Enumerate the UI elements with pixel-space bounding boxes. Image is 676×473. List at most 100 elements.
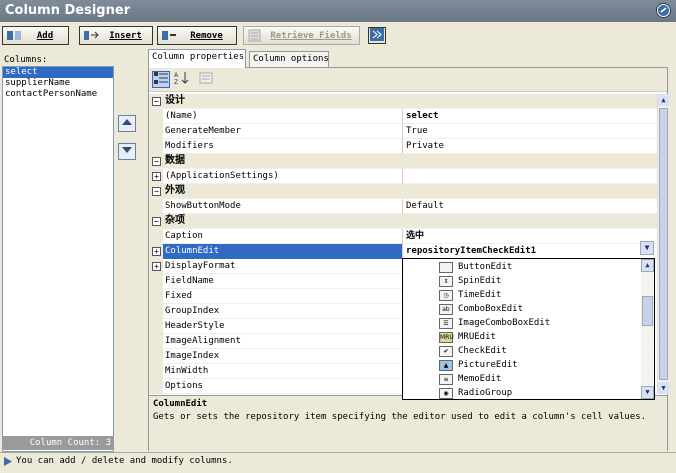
scroll-down-icon[interactable]: ▼ bbox=[641, 386, 654, 399]
property-value[interactable]: True bbox=[404, 124, 657, 139]
property-name: Caption bbox=[163, 229, 403, 244]
tab-column-options[interactable]: Column options bbox=[249, 51, 329, 68]
property-grid-toolbar: AZ bbox=[149, 68, 667, 92]
collapse-icon[interactable]: − bbox=[152, 217, 161, 226]
dropdown-item-label: RadioGroup bbox=[458, 388, 513, 398]
property-row[interactable]: + (ApplicationSettings) bbox=[149, 169, 657, 184]
column-list-item[interactable]: supplierName bbox=[3, 78, 113, 89]
property-value[interactable] bbox=[404, 169, 657, 184]
window-title: Column Designer bbox=[5, 3, 131, 18]
combo-box-icon: ab bbox=[439, 303, 453, 315]
categorized-button[interactable] bbox=[152, 71, 170, 88]
insert-button[interactable]: Insert bbox=[79, 26, 153, 45]
category-row[interactable]: − 杂项 bbox=[149, 214, 657, 229]
dropdown-item-label: SpinEdit bbox=[458, 276, 502, 286]
property-value[interactable]: select bbox=[404, 109, 657, 124]
column-list-item[interactable]: contactPersonName bbox=[3, 89, 113, 100]
collapse-icon[interactable]: − bbox=[152, 97, 161, 106]
status-bar: You can add / delete and modify columns. bbox=[0, 452, 676, 470]
retrieve-fields-button-label: Retrieve Fields bbox=[270, 30, 352, 41]
category-row[interactable]: − 数据 bbox=[149, 154, 657, 169]
property-name: Modifiers bbox=[163, 139, 403, 154]
move-up-button[interactable] bbox=[118, 115, 136, 132]
property-name: DisplayFormat bbox=[163, 259, 403, 274]
property-row[interactable]: (Name) select bbox=[149, 109, 657, 124]
property-name: FieldName bbox=[163, 274, 403, 289]
property-row-selected[interactable]: + ColumnEdit repositoryItemCheckEdit1 bbox=[149, 244, 657, 259]
dropdown-item[interactable]: ☰ ImageComboBoxEdit bbox=[439, 316, 550, 330]
play-arrow-icon bbox=[3, 456, 13, 473]
svg-text:Z: Z bbox=[174, 79, 178, 85]
help-icon[interactable] bbox=[656, 3, 671, 18]
property-name: ImageAlignment bbox=[163, 334, 403, 349]
up-arrow-icon bbox=[121, 118, 133, 129]
dropdown-item[interactable]: MRU MRUEdit bbox=[439, 330, 496, 344]
dropdown-item[interactable]: ⇕ SpinEdit bbox=[439, 274, 501, 288]
dropdown-item-label: ImageComboBoxEdit bbox=[458, 318, 551, 328]
property-pages-icon bbox=[199, 72, 213, 87]
editor-dropdown-list[interactable]: ButtonEdit ⇕ SpinEdit ◷ TimeEdit ab ComboBo… bbox=[402, 258, 655, 400]
category-row[interactable]: − 设计 bbox=[149, 94, 657, 109]
remove-button[interactable]: Remove bbox=[157, 26, 237, 45]
property-value[interactable]: 选中 bbox=[404, 229, 657, 244]
add-button[interactable]: Add bbox=[2, 26, 69, 45]
dropdown-item-label: CheckEdit bbox=[458, 346, 507, 356]
property-pages-button[interactable] bbox=[197, 71, 215, 88]
column-count: Column Count: 3 bbox=[2, 436, 114, 450]
property-value[interactable]: Default bbox=[404, 199, 657, 214]
add-column-icon bbox=[6, 29, 22, 42]
double-chevron-icon bbox=[370, 27, 384, 44]
clock-icon: ◷ bbox=[439, 289, 453, 301]
property-name: ShowButtonMode bbox=[163, 199, 403, 214]
tab-column-properties[interactable]: Column properties bbox=[148, 49, 246, 68]
move-down-button[interactable] bbox=[118, 143, 136, 160]
expand-icon[interactable]: + bbox=[152, 262, 161, 271]
property-row[interactable]: Caption 选中 bbox=[149, 229, 657, 244]
dropdown-item[interactable]: ◷ TimeEdit bbox=[439, 288, 501, 302]
window-title-bar: Column Designer bbox=[0, 0, 676, 22]
dropdown-scrollbar[interactable]: ▲ ▼ bbox=[641, 259, 654, 399]
property-row[interactable]: GenerateMember True bbox=[149, 124, 657, 139]
property-name: GenerateMember bbox=[163, 124, 403, 139]
collapse-icon[interactable]: − bbox=[152, 157, 161, 166]
expand-icon[interactable]: + bbox=[152, 172, 161, 181]
down-arrow-icon bbox=[121, 146, 133, 157]
alphabetical-button[interactable]: AZ bbox=[172, 71, 190, 88]
scroll-up-icon[interactable]: ▲ bbox=[641, 259, 654, 272]
category-label: 外观 bbox=[165, 185, 185, 196]
property-name: (ApplicationSettings) bbox=[163, 169, 403, 184]
property-name: ImageIndex bbox=[163, 349, 403, 364]
memo-icon: ≡ bbox=[439, 373, 453, 385]
button-edit-icon bbox=[439, 261, 453, 273]
property-value-combo[interactable]: repositoryItemCheckEdit1 bbox=[404, 244, 657, 259]
property-row[interactable]: ShowButtonMode Default bbox=[149, 199, 657, 214]
property-row[interactable]: Modifiers Private bbox=[149, 139, 657, 154]
scrollbar-thumb[interactable] bbox=[659, 108, 668, 380]
insert-button-label: Insert bbox=[109, 30, 142, 41]
columns-list[interactable]: select supplierName contactPersonName bbox=[2, 66, 114, 452]
add-button-label: Add bbox=[36, 30, 54, 41]
property-name: MinWidth bbox=[163, 364, 403, 379]
combo-dropdown-arrow-icon[interactable]: ▼ bbox=[640, 241, 654, 255]
collapse-icon[interactable]: − bbox=[152, 187, 161, 196]
dropdown-item[interactable]: ▲ PictureEdit bbox=[439, 358, 518, 372]
radio-group-icon: ◉ bbox=[439, 387, 453, 399]
retrieve-fields-button[interactable]: Retrieve Fields bbox=[243, 26, 360, 45]
property-value[interactable]: Private bbox=[404, 139, 657, 154]
category-row[interactable]: − 外观 bbox=[149, 184, 657, 199]
spin-edit-icon: ⇕ bbox=[439, 275, 453, 287]
collapse-panel-button[interactable] bbox=[368, 27, 386, 44]
dropdown-item[interactable]: ≡ MemoEdit bbox=[439, 372, 501, 386]
dropdown-item[interactable]: ✔ CheckEdit bbox=[439, 344, 507, 358]
dropdown-item-label: MemoEdit bbox=[458, 374, 502, 384]
dropdown-item[interactable]: ButtonEdit bbox=[439, 260, 512, 274]
scrollbar-thumb[interactable] bbox=[642, 296, 653, 326]
dropdown-item[interactable]: ab ComboBoxEdit bbox=[439, 302, 523, 316]
scroll-down-icon[interactable]: ▼ bbox=[658, 382, 669, 394]
column-list-item[interactable]: select bbox=[3, 67, 113, 78]
remove-button-label: Remove bbox=[190, 30, 223, 41]
expand-icon[interactable]: + bbox=[152, 247, 161, 256]
scroll-up-icon[interactable]: ▲ bbox=[658, 94, 669, 106]
property-grid-scrollbar[interactable]: ▲ ▼ bbox=[657, 94, 669, 394]
dropdown-item[interactable]: ◉ RadioGroup bbox=[439, 386, 512, 400]
